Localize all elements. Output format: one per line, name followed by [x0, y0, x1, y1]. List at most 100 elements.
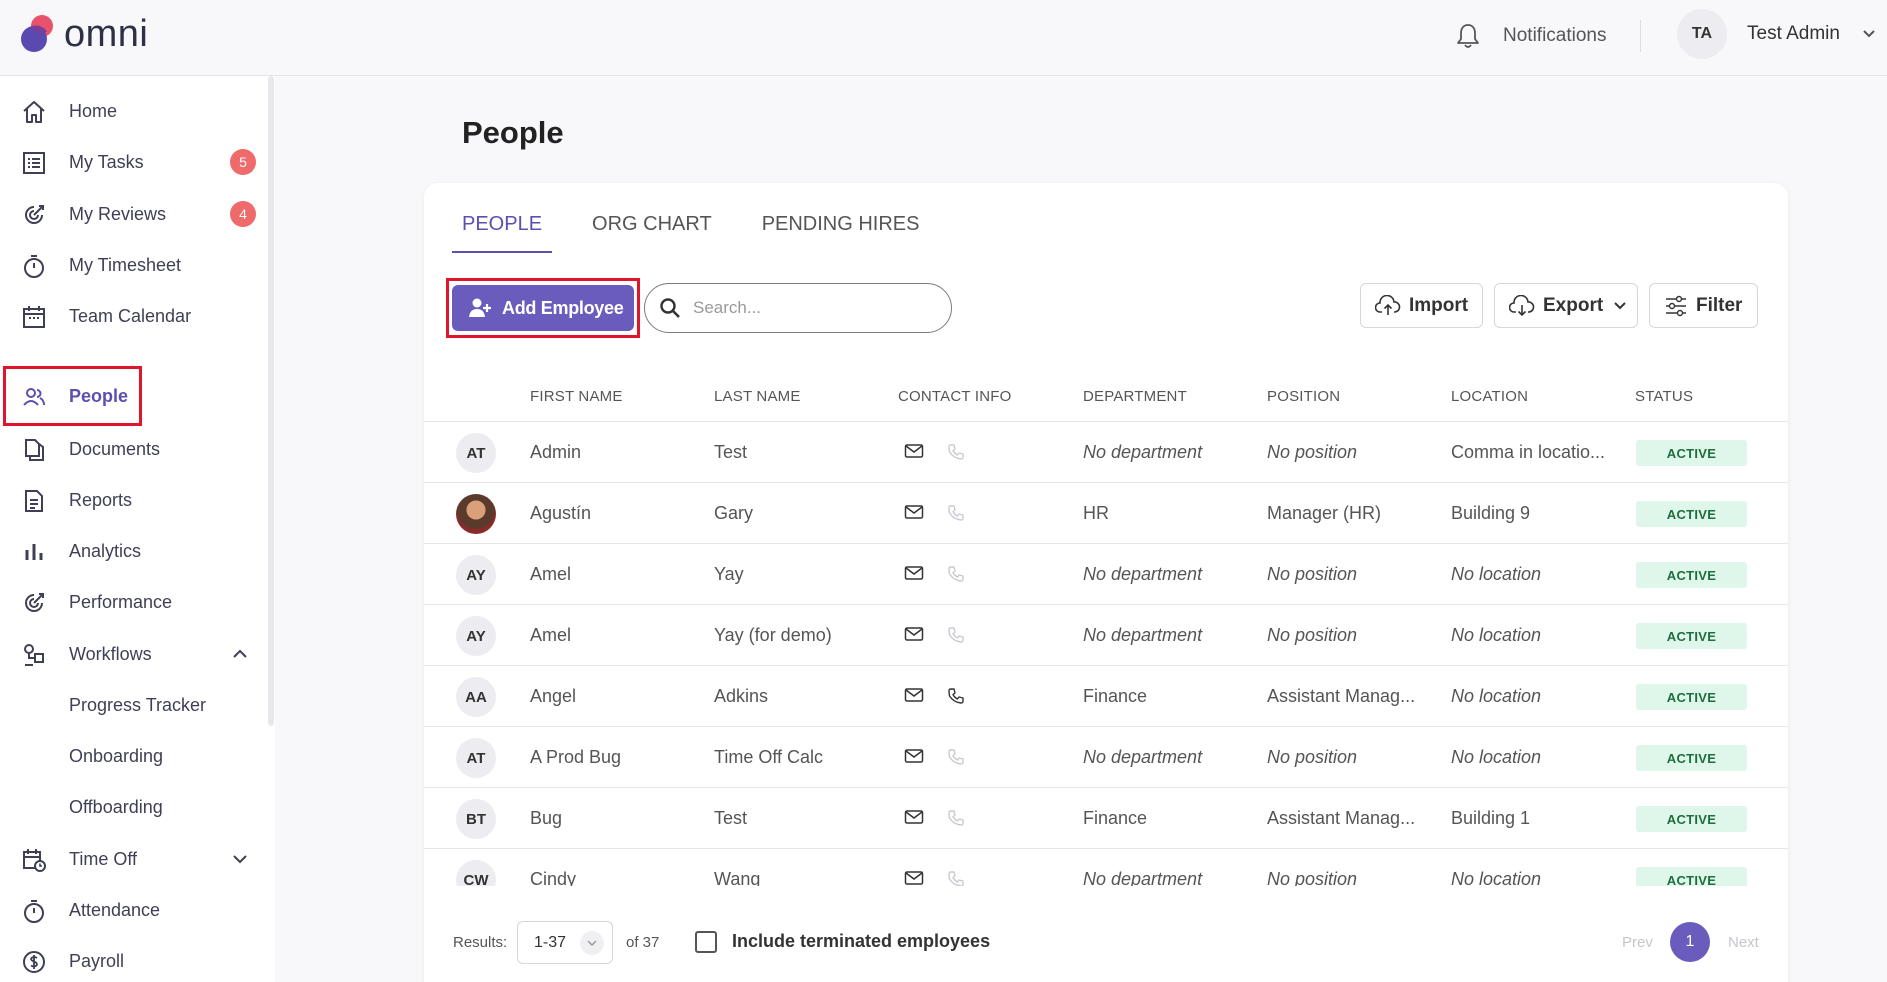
filter-button[interactable]: Filter: [1649, 283, 1758, 328]
table-row[interactable]: AY Amel Yay (for demo) No department No …: [424, 605, 1788, 666]
phone-icon[interactable]: [947, 687, 965, 705]
tab-org-chart[interactable]: ORG CHART: [582, 207, 722, 253]
mail-icon[interactable]: [904, 504, 924, 520]
sidebar-item-onboarding[interactable]: Onboarding: [0, 734, 268, 778]
search-box[interactable]: [644, 283, 952, 333]
results-per-page-select[interactable]: 1-37: [517, 921, 613, 964]
logo-text: omni: [64, 12, 149, 55]
mail-icon[interactable]: [904, 443, 924, 459]
table-row[interactable]: AY Amel Yay No department No position No…: [424, 544, 1788, 605]
import-button[interactable]: Import: [1360, 283, 1483, 328]
tab-pending-hires[interactable]: PENDING HIRES: [752, 207, 930, 253]
target-icon: [25, 593, 44, 612]
count-badge: 4: [230, 201, 256, 227]
filter-label: Filter: [1696, 294, 1743, 316]
sidebar-scrollbar[interactable]: [268, 76, 274, 726]
phone-icon: [948, 627, 964, 643]
chevron-down-icon[interactable]: [232, 854, 248, 864]
sidebar-item-label: Home: [69, 100, 118, 121]
position-cell: Assistant Manag...: [1267, 808, 1416, 828]
location-cell: No location: [1451, 686, 1542, 706]
last-name-cell: Adkins: [714, 686, 769, 706]
sidebar-item-attendance[interactable]: Attendance: [0, 888, 268, 932]
avatar: AY: [456, 616, 496, 656]
home-icon: [23, 101, 45, 123]
table-row[interactable]: BT Bug Test Finance Assistant Manag... B…: [424, 788, 1788, 849]
position-cell: Manager (HR): [1267, 503, 1382, 523]
position-cell: No position: [1267, 564, 1358, 584]
column-header[interactable]: FIRST NAME: [530, 388, 623, 405]
include-terminated-label[interactable]: Include terminated employees: [732, 931, 990, 952]
first-name-cell: Amel: [530, 564, 572, 584]
first-name-cell: Bug: [530, 808, 563, 828]
sliders-icon: [1666, 295, 1686, 316]
page-1-button[interactable]: 1: [1670, 922, 1710, 962]
column-header[interactable]: STATUS: [1635, 388, 1693, 405]
sidebar-item-workflows[interactable]: Workflows: [0, 632, 268, 676]
location-cell: Building 9: [1451, 503, 1531, 523]
sidebar-item-reports[interactable]: Reports: [0, 478, 268, 522]
sidebar-item-label: My Timesheet: [69, 254, 182, 275]
mail-icon[interactable]: [904, 870, 924, 886]
search-icon: [660, 298, 680, 318]
sidebar-item-label: Payroll: [69, 950, 125, 971]
sidebar-item-label: Performance: [69, 591, 173, 612]
sidebar-item-payroll[interactable]: Payroll: [0, 939, 268, 982]
sidebar-item-label: Progress Tracker: [69, 694, 207, 715]
column-header[interactable]: LAST NAME: [714, 388, 801, 405]
sidebar-item-time-off[interactable]: Time Off: [0, 837, 268, 881]
sidebar-item-my-timesheet[interactable]: My Timesheet: [0, 243, 268, 287]
chevron-down-icon: [1863, 30, 1875, 38]
column-header[interactable]: POSITION: [1267, 388, 1340, 405]
table-row[interactable]: CW Cindy Wang No department No position …: [424, 849, 1788, 886]
sidebar-item-home[interactable]: Home: [0, 89, 268, 133]
notifications-label: Notifications: [1503, 25, 1607, 46]
search-input[interactable]: [693, 298, 913, 318]
table-row[interactable]: AT Admin Test No department No position …: [424, 422, 1788, 483]
status-badge: ACTIVE: [1636, 562, 1747, 588]
chevron-up-icon[interactable]: [232, 649, 248, 659]
table-header: FIRST NAME LAST NAME CONTACT INFO DEPART…: [424, 370, 1788, 422]
column-header[interactable]: LOCATION: [1451, 388, 1528, 405]
phone-icon: [948, 444, 964, 460]
user-menu[interactable]: TA Test Admin: [1677, 9, 1876, 59]
first-name-cell: Amel: [530, 625, 572, 645]
add-employee-button[interactable]: Add Employee: [452, 285, 634, 331]
sidebar-item-team-calendar[interactable]: Team Calendar: [0, 294, 268, 338]
sidebar-item-documents[interactable]: Documents: [0, 427, 268, 471]
sidebar-item-performance[interactable]: Performance: [0, 580, 268, 624]
cloud-download-icon: [1509, 294, 1535, 316]
sidebar-item-analytics[interactable]: Analytics: [0, 529, 268, 573]
omni-logo[interactable]: omni: [18, 12, 148, 56]
mail-icon[interactable]: [904, 748, 924, 764]
mail-icon[interactable]: [904, 809, 924, 825]
last-name-cell: Yay (for demo): [714, 625, 832, 645]
column-header[interactable]: DEPARTMENT: [1083, 388, 1187, 405]
table-row[interactable]: AA Angel Adkins Finance Assistant Manag.…: [424, 666, 1788, 727]
position-cell: No position: [1267, 747, 1358, 767]
export-button[interactable]: Export: [1494, 283, 1638, 328]
first-name-cell: Angel: [530, 686, 577, 706]
user-avatar: TA: [1677, 9, 1727, 59]
mail-icon[interactable]: [904, 626, 924, 642]
include-terminated-checkbox[interactable]: [695, 931, 717, 953]
table-row[interactable]: AT A Prod Bug Time Off Calc No departmen…: [424, 727, 1788, 788]
sidebar-item-progress-tracker[interactable]: Progress Tracker: [0, 683, 268, 727]
mail-icon[interactable]: [904, 687, 924, 703]
status-badge: ACTIVE: [1636, 745, 1747, 771]
next-page-button[interactable]: Next: [1728, 934, 1759, 951]
last-name-cell: Test: [714, 442, 748, 462]
prev-page-button[interactable]: Prev: [1622, 934, 1653, 951]
export-label: Export: [1543, 294, 1604, 316]
location-cell: No location: [1451, 625, 1542, 645]
sidebar-item-offboarding[interactable]: Offboarding: [0, 785, 268, 829]
last-name-cell: Yay: [714, 564, 744, 584]
tab-people[interactable]: PEOPLE: [452, 207, 553, 253]
department-cell: No department: [1083, 625, 1203, 645]
sidebar-item-my-reviews[interactable]: My Reviews 4: [0, 192, 268, 236]
notifications-button[interactable]: Notifications: [1455, 20, 1607, 52]
sidebar-item-my-tasks[interactable]: My Tasks 5: [0, 140, 268, 184]
table-row[interactable]: Agustín Gary HR Manager (HR) Building 9 …: [424, 483, 1788, 544]
mail-icon[interactable]: [904, 565, 924, 581]
last-name-cell: Gary: [714, 503, 754, 523]
